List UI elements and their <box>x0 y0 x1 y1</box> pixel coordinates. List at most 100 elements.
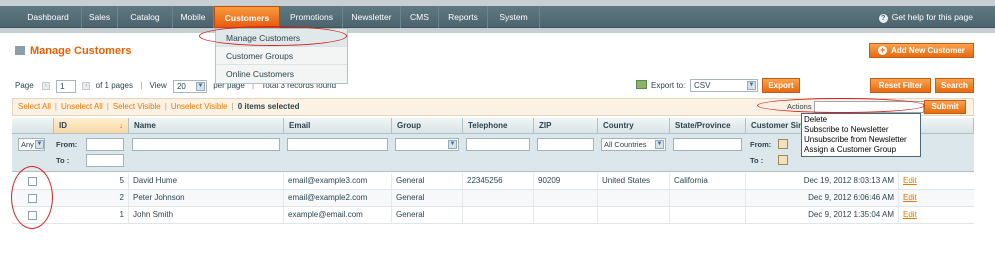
action-subscribe-newsletter[interactable]: Subscribe to Newsletter <box>802 125 920 135</box>
edit-link[interactable]: Edit <box>903 193 917 202</box>
calendar-icon[interactable] <box>778 155 788 165</box>
nav-reports[interactable]: Reports <box>439 6 488 28</box>
telephone-filter-input[interactable] <box>466 138 530 151</box>
next-page-icon[interactable]: › <box>82 82 91 90</box>
chevron-down-icon: ▼ <box>195 81 205 91</box>
calendar-icon[interactable] <box>778 139 788 149</box>
column-header-email[interactable]: Email <box>284 118 392 134</box>
cell-group: General <box>392 173 463 189</box>
since-from-label: From: <box>750 140 772 149</box>
main-menu-bar: Dashboard Sales Catalog Mobile Customers… <box>0 6 995 28</box>
unselect-all-link[interactable]: Unselect All <box>61 102 103 111</box>
group-filter-select[interactable]: ▼ <box>395 138 459 151</box>
cell-customer-since: Dec 9, 2012 1:35:04 AM <box>746 207 899 223</box>
column-header-name[interactable]: Name <box>129 118 284 134</box>
page-label: Page <box>15 81 34 90</box>
unselect-visible-link[interactable]: Unselect Visible <box>171 102 228 111</box>
reset-filter-button[interactable]: Reset Filter <box>870 78 931 93</box>
cell-zip <box>534 207 598 223</box>
edit-link[interactable]: Edit <box>903 210 917 219</box>
export-button[interactable]: Export <box>762 78 800 93</box>
prev-page-icon[interactable]: ‹ <box>41 82 50 90</box>
cell-id: 1 <box>54 207 129 223</box>
edit-link[interactable]: Edit <box>903 176 917 185</box>
chevron-down-icon: ▼ <box>35 140 44 149</box>
per-page-select[interactable]: 20 ▼ <box>172 79 207 93</box>
name-filter-input[interactable] <box>132 138 280 151</box>
table-row[interactable]: 1 John Smith example@email.com General D… <box>12 207 974 224</box>
state-filter-input[interactable] <box>673 138 742 151</box>
items-selected-count: 0 items selected <box>237 102 300 111</box>
cell-state <box>670 207 746 223</box>
highlight-circle-actions <box>757 98 925 113</box>
export-format-value: CSV <box>694 81 711 90</box>
country-filter-value: All Countries <box>604 140 647 149</box>
column-header-telephone[interactable]: Telephone <box>463 118 534 134</box>
sort-arrow-icon: ↓ <box>119 121 123 130</box>
column-header-massaction <box>12 118 54 134</box>
chevron-down-icon: ▼ <box>747 81 756 90</box>
export-format-select[interactable]: CSV ▼ <box>690 79 758 92</box>
add-new-customer-label: Add New Customer <box>891 46 965 55</box>
column-header-id-label: ID <box>59 121 67 130</box>
cell-email: example@email.com <box>284 207 392 223</box>
dropdown-online-customers[interactable]: Online Customers <box>216 65 347 83</box>
page-number-input[interactable]: 1 <box>56 79 77 93</box>
cell-action: Edit <box>899 173 974 189</box>
column-header-state[interactable]: State/Province <box>670 118 746 134</box>
table-row[interactable]: 2 Peter Johnson email@example2.com Gener… <box>12 190 974 207</box>
cell-customer-since: Dec 9, 2012 6:06:46 AM <box>746 190 899 206</box>
add-new-customer-button[interactable]: + Add New Customer <box>869 43 974 58</box>
nav-cms[interactable]: CMS <box>401 6 439 28</box>
cell-country <box>598 207 670 223</box>
cell-name: David Hume <box>129 173 284 189</box>
cell-telephone <box>463 190 534 206</box>
select-visible-link[interactable]: Select Visible <box>113 102 161 111</box>
page-title: Manage Customers <box>15 45 131 57</box>
id-to-input[interactable] <box>86 154 124 167</box>
action-unsubscribe-newsletter[interactable]: Unsubscribe from Newsletter <box>802 135 920 145</box>
cell-zip <box>534 190 598 206</box>
of-pages-text: of 1 pages <box>95 81 133 90</box>
search-button[interactable]: Search <box>935 78 974 93</box>
action-assign-customer-group[interactable]: Assign a Customer Group <box>802 145 920 155</box>
nav-promotions[interactable]: Promotions <box>281 6 343 28</box>
cell-customer-since: Dec 19, 2012 8:03:13 AM <box>746 173 899 189</box>
cell-name: Peter Johnson <box>129 190 284 206</box>
per-page-value: 20 <box>176 81 186 91</box>
dropdown-customer-groups[interactable]: Customer Groups <box>216 47 347 65</box>
column-header-id[interactable]: ID ↓ <box>54 118 129 134</box>
export-label: Export to: <box>651 81 686 90</box>
chevron-down-icon: ▼ <box>655 140 664 149</box>
page-title-text: Manage Customers <box>30 45 132 57</box>
action-delete[interactable]: Delete <box>802 115 920 125</box>
email-filter-input[interactable] <box>287 138 388 151</box>
select-all-link[interactable]: Select All <box>18 102 51 111</box>
nav-system[interactable]: System <box>488 6 540 28</box>
cell-country <box>598 190 670 206</box>
cell-group: General <box>392 190 463 206</box>
column-header-zip[interactable]: ZIP <box>534 118 598 134</box>
nav-customers[interactable]: Customers <box>214 6 280 28</box>
zip-filter-input[interactable] <box>537 138 594 151</box>
nav-newsletter[interactable]: Newsletter <box>343 6 401 28</box>
cell-telephone <box>463 207 534 223</box>
cell-telephone: 22345256 <box>463 173 534 189</box>
nav-mobile[interactable]: Mobile <box>173 6 214 28</box>
table-row[interactable]: 5 David Hume email@example3.com General … <box>12 173 974 190</box>
cell-id: 5 <box>54 173 129 189</box>
country-filter-select[interactable]: All Countries ▼ <box>601 138 666 151</box>
column-header-group[interactable]: Group <box>392 118 463 134</box>
nav-sales[interactable]: Sales <box>82 6 118 28</box>
submit-button[interactable]: Submit <box>924 100 966 114</box>
nav-dashboard[interactable]: Dashboard <box>15 6 82 28</box>
cell-email: email@example3.com <box>284 173 392 189</box>
cell-group: General <box>392 207 463 223</box>
massaction-filter-select[interactable]: Any ▼ <box>18 138 45 151</box>
help-link[interactable]: ? Get help for this page <box>878 6 973 28</box>
column-header-country[interactable]: Country <box>598 118 670 134</box>
top-navigation: Dashboard Sales Catalog Mobile Customers… <box>0 0 995 33</box>
nav-catalog[interactable]: Catalog <box>118 6 173 28</box>
id-to-label: To : <box>56 156 70 165</box>
id-from-input[interactable] <box>86 138 124 151</box>
